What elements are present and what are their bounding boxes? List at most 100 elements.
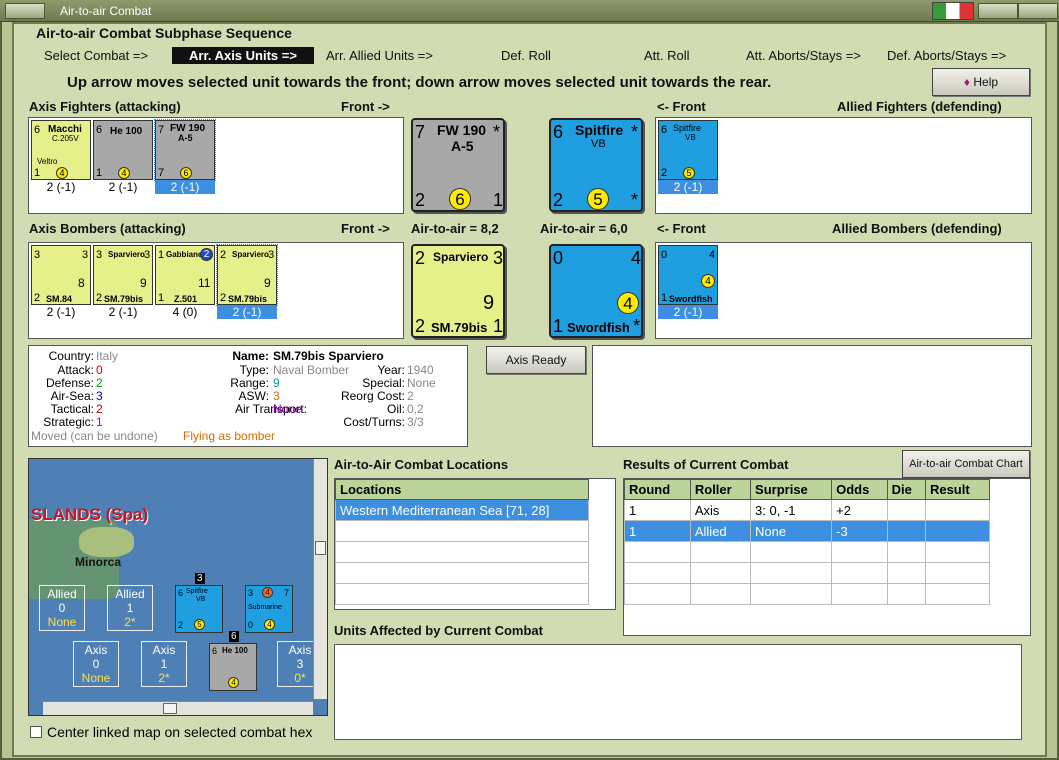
map-allied-box-0[interactable]: Allied 0 None	[39, 585, 85, 631]
close-button[interactable]	[1018, 3, 1058, 19]
box-side: Allied	[47, 587, 77, 601]
strategic-label: Strategic:	[43, 415, 94, 429]
map-axis-box-0[interactable]: Axis 0 None	[73, 641, 119, 687]
unit-label-selected: 2 (-1)	[217, 305, 277, 319]
minorca-island	[79, 527, 134, 557]
map-axis-box-1[interactable]: Axis 1 2*	[141, 641, 187, 687]
unit-counter-sm79[interactable]: 3 Sparviero 3 9 2 SM.79bis	[93, 245, 153, 305]
map-vertical-scrollbar[interactable]	[313, 459, 327, 699]
counter-tr: 3	[82, 249, 89, 261]
axis-fighter-front-counter[interactable]: 7 FW 190 A-5 * 2 6 1	[411, 118, 505, 212]
unit-counter-sm84[interactable]: 3 3 8 2 SM.84	[31, 245, 91, 305]
counter-range: 1	[158, 292, 165, 304]
counter-tr: 3	[268, 249, 275, 261]
unit-counter-sm79-selected[interactable]: 2 Sparviero 3 9 2 SM.79bis	[216, 244, 278, 306]
allied-fighter-front-counter[interactable]: 6 Spitfire VB * 2 5 *	[549, 118, 643, 212]
unit-counter-spitfire[interactable]: 6 Spitfire VB 2 5	[657, 119, 719, 181]
counter-defense: 4	[228, 677, 239, 688]
oil-label: Oil:	[387, 402, 405, 416]
cell: +2	[831, 499, 888, 521]
unit-label: 2 (-1)	[108, 180, 138, 194]
cell	[924, 520, 991, 542]
counter-range: 2	[96, 292, 103, 304]
allied-fighters-front: <- Front	[657, 99, 706, 114]
col-result: Result	[924, 479, 991, 500]
map-allied-box-1[interactable]: Allied 1 2*	[107, 585, 153, 631]
minimize-button[interactable]	[978, 3, 1018, 19]
unit-label-selected: 2 (-1)	[155, 180, 215, 194]
type-value: Naval Bomber	[273, 363, 350, 377]
air-transport-value: None	[273, 402, 302, 416]
map-spitfire-counter[interactable]: 6 Spitfire VB 2 5	[175, 585, 223, 633]
asw-label: ASW:	[238, 389, 269, 403]
map-horizontal-scrollbar[interactable]	[43, 701, 313, 715]
big-attack: 2	[415, 248, 426, 268]
message-panel	[592, 345, 1032, 447]
scroll-thumb[interactable]	[163, 703, 177, 714]
unit-counter-he100[interactable]: 6 He 100 1 4	[93, 120, 153, 180]
affected-title: Units Affected by Current Combat	[334, 623, 543, 638]
counter-defense: 9	[264, 276, 271, 290]
center-map-checkbox[interactable]	[30, 726, 42, 738]
counter-range: 2	[178, 620, 184, 630]
big-subname: SM.79bis	[431, 320, 488, 335]
counter-range: 1	[661, 292, 668, 304]
unit-label: 2 (-1)	[46, 305, 76, 319]
axis-bomber-front-counter[interactable]: 2 Sparviero 3 9 2 SM.79bis 1	[411, 244, 505, 338]
box-side: Axis	[84, 643, 108, 657]
big-subname: VB	[591, 138, 606, 150]
locations-list[interactable]: Locations Western Mediterranean Sea [71,…	[334, 478, 616, 610]
counter-subname: SM.84	[46, 294, 73, 304]
special-value: None	[407, 376, 436, 390]
help-button[interactable]: ♦ Help	[932, 68, 1030, 96]
table-row[interactable]: 1 Allied None -3	[624, 520, 991, 542]
counter-subname: VB	[685, 133, 696, 142]
map-he100-counter[interactable]: 6 He 100 4	[209, 643, 257, 691]
big-defense: 4	[617, 292, 639, 314]
counter-subname: VB	[196, 596, 206, 603]
affected-units-panel	[334, 644, 1022, 740]
allied-bombers-list[interactable]: 0 4 4 1 Swordfish 2 (-1)	[655, 242, 1032, 339]
strategic-value: 1	[96, 415, 103, 429]
scroll-thumb[interactable]	[315, 541, 326, 555]
cell: Axis	[689, 499, 752, 521]
flying-status: Flying as bomber	[183, 429, 276, 443]
results-title: Results of Current Combat	[623, 457, 789, 472]
map-submarine-counter[interactable]: 3 4 7 Submarine 0 4	[245, 585, 293, 633]
results-table[interactable]: Round Roller Surprise Odds Die Result 1 …	[623, 478, 1031, 636]
axis-fighters-front: Front ->	[341, 99, 390, 114]
big-range: 1	[553, 316, 564, 336]
big-tr: 3	[493, 248, 504, 268]
big-name: Swordfish	[567, 320, 630, 335]
counter-range: 2	[220, 292, 227, 304]
big-extra: 1	[493, 190, 504, 210]
allied-fighters-list[interactable]: 6 Spitfire VB 2 5 2 (-1)	[655, 117, 1032, 214]
attack-label: Attack:	[57, 363, 94, 377]
big-name: Spitfire	[575, 122, 624, 138]
unit-counter-z501[interactable]: 1 Gabbiano 2 11 1 Z.501	[155, 245, 215, 305]
unit-counter-macchi[interactable]: 6 Macchi C.205V Veltro 1 4	[31, 120, 91, 180]
counter-tr: 3	[144, 249, 151, 261]
big-name: FW 190	[437, 122, 487, 138]
star-icon: *	[631, 122, 639, 142]
step-def-aborts: Def. Aborts/Stays =>	[887, 48, 1007, 63]
reorg-label: Reorg Cost:	[340, 389, 405, 403]
year-label: Year:	[377, 363, 405, 377]
table-row[interactable]: 1 Axis 3: 0, -1 +2	[624, 499, 991, 521]
title-bar: Air-to-air Combat	[0, 0, 1059, 22]
counter-defense: 11	[198, 276, 211, 290]
col-surprise: Surprise	[750, 479, 833, 500]
axis-ready-button[interactable]: Axis Ready	[486, 346, 586, 374]
allied-bomber-front-counter[interactable]: 0 4 4 1 Swordfish *	[549, 244, 643, 338]
system-menu-button[interactable]	[5, 3, 45, 19]
unit-counter-fw190[interactable]: 7 FW 190 A-5 7 6	[154, 119, 216, 181]
air-to-air-chart-button[interactable]: Air-to-air Combat Chart	[902, 450, 1030, 478]
big-defense: 6	[449, 188, 471, 210]
location-row[interactable]: Western Mediterranean Sea [71, 28]	[335, 499, 589, 521]
axis-bombers-list[interactable]: 3 3 8 2 SM.84 2 (-1) 3 Sparviero 3 9 2 S…	[28, 242, 404, 339]
unit-counter-swordfish[interactable]: 0 4 4 1 Swordfish	[657, 244, 719, 306]
linked-map[interactable]: SLANDS (Spa) Minorca Allied 0 None Allie…	[28, 458, 328, 716]
counter-attack: 6	[178, 588, 184, 598]
axis-fighters-list[interactable]: 6 Macchi C.205V Veltro 1 4 2 (-1) 6 He 1…	[28, 117, 404, 214]
col-roller: Roller	[689, 479, 752, 500]
